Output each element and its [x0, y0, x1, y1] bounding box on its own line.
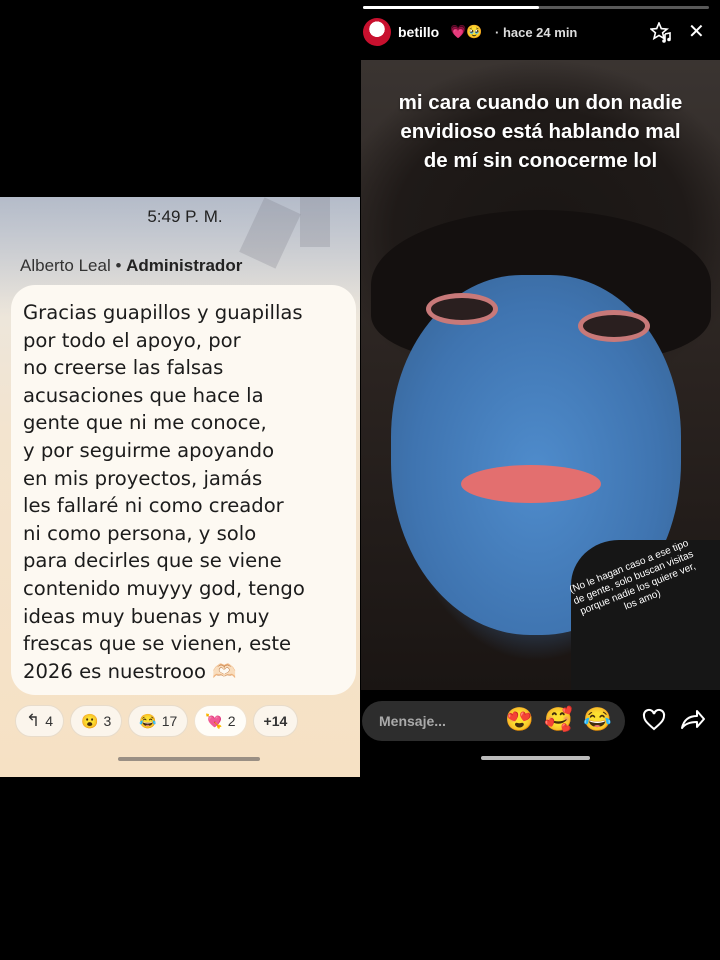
- avatar[interactable]: [363, 18, 391, 46]
- send-icon[interactable]: [680, 708, 706, 737]
- story-caption: mi cara cuando un don nadie envidioso es…: [361, 88, 720, 175]
- home-indicator: [118, 757, 260, 761]
- message-text: Gracias guapillos y guapillas por todo e…: [23, 301, 305, 683]
- reaction-count: 17: [161, 713, 178, 729]
- reaction-count: 4: [45, 713, 54, 729]
- story-progress-fill: [363, 6, 540, 9]
- sender-separator: •: [110, 256, 127, 275]
- message-sender[interactable]: Alberto Leal • Administrador: [20, 256, 242, 276]
- close-icon[interactable]: ✕: [688, 22, 705, 42]
- photo-eye-left: [431, 298, 493, 320]
- home-indicator: [481, 756, 590, 760]
- reaction-count: 2: [227, 713, 236, 729]
- reaction-heart[interactable]: 💘 2: [194, 705, 247, 737]
- more-reactions-button[interactable]: +14: [252, 705, 299, 737]
- story-progress-bar: [363, 6, 709, 9]
- photo-lips: [461, 465, 601, 503]
- status-time: 5:49 P. M.: [147, 207, 223, 226]
- message-bubble[interactable]: Gracias guapillos y guapillas por todo e…: [11, 285, 356, 695]
- username-emojis: 💗🥹: [450, 24, 483, 39]
- reaction-laughing[interactable]: 😂 17: [128, 705, 189, 737]
- laughing-emoji-icon: 😂: [139, 712, 157, 729]
- reaction-reply[interactable]: ↰ 4: [15, 705, 65, 737]
- heart-icon[interactable]: [642, 708, 666, 737]
- reply-icon: ↰: [26, 711, 41, 730]
- smiling-hearts-emoji-icon[interactable]: 🥰: [544, 708, 573, 731]
- heart-eyes-emoji-icon[interactable]: 😍: [505, 708, 534, 731]
- chat-screenshot: 5:49 P. M. Alberto Leal • Administrador …: [0, 197, 360, 777]
- story-viewer: betillo 💗🥹 · hace 24 min ✕ mi cara cuand…: [361, 0, 720, 775]
- heart-arrow-emoji-icon: 💘: [205, 712, 223, 729]
- reaction-bar: ↰ 4 😮 3 😂 17 💘 2 +14: [15, 705, 299, 737]
- sender-name: Alberto Leal: [20, 256, 111, 275]
- laughing-emoji-icon[interactable]: 😂: [583, 708, 612, 731]
- photo-eye-right: [583, 315, 645, 337]
- surprised-emoji-icon: 😮: [81, 712, 99, 729]
- star-music-icon[interactable]: [649, 20, 672, 48]
- story-caption-text: mi cara cuando un don nadie envidioso es…: [398, 91, 683, 172]
- story-time-ago: · hace 24 min: [495, 25, 578, 40]
- sender-role: Administrador: [126, 256, 243, 275]
- story-header: betillo 💗🥹 · hace 24 min ✕: [361, 16, 720, 50]
- story-username[interactable]: betillo: [398, 24, 439, 40]
- story-footer: Mensaje... 😍 🥰 😂: [361, 700, 720, 744]
- reaction-surprised[interactable]: 😮 3: [70, 705, 123, 737]
- reaction-count: 3: [103, 713, 112, 729]
